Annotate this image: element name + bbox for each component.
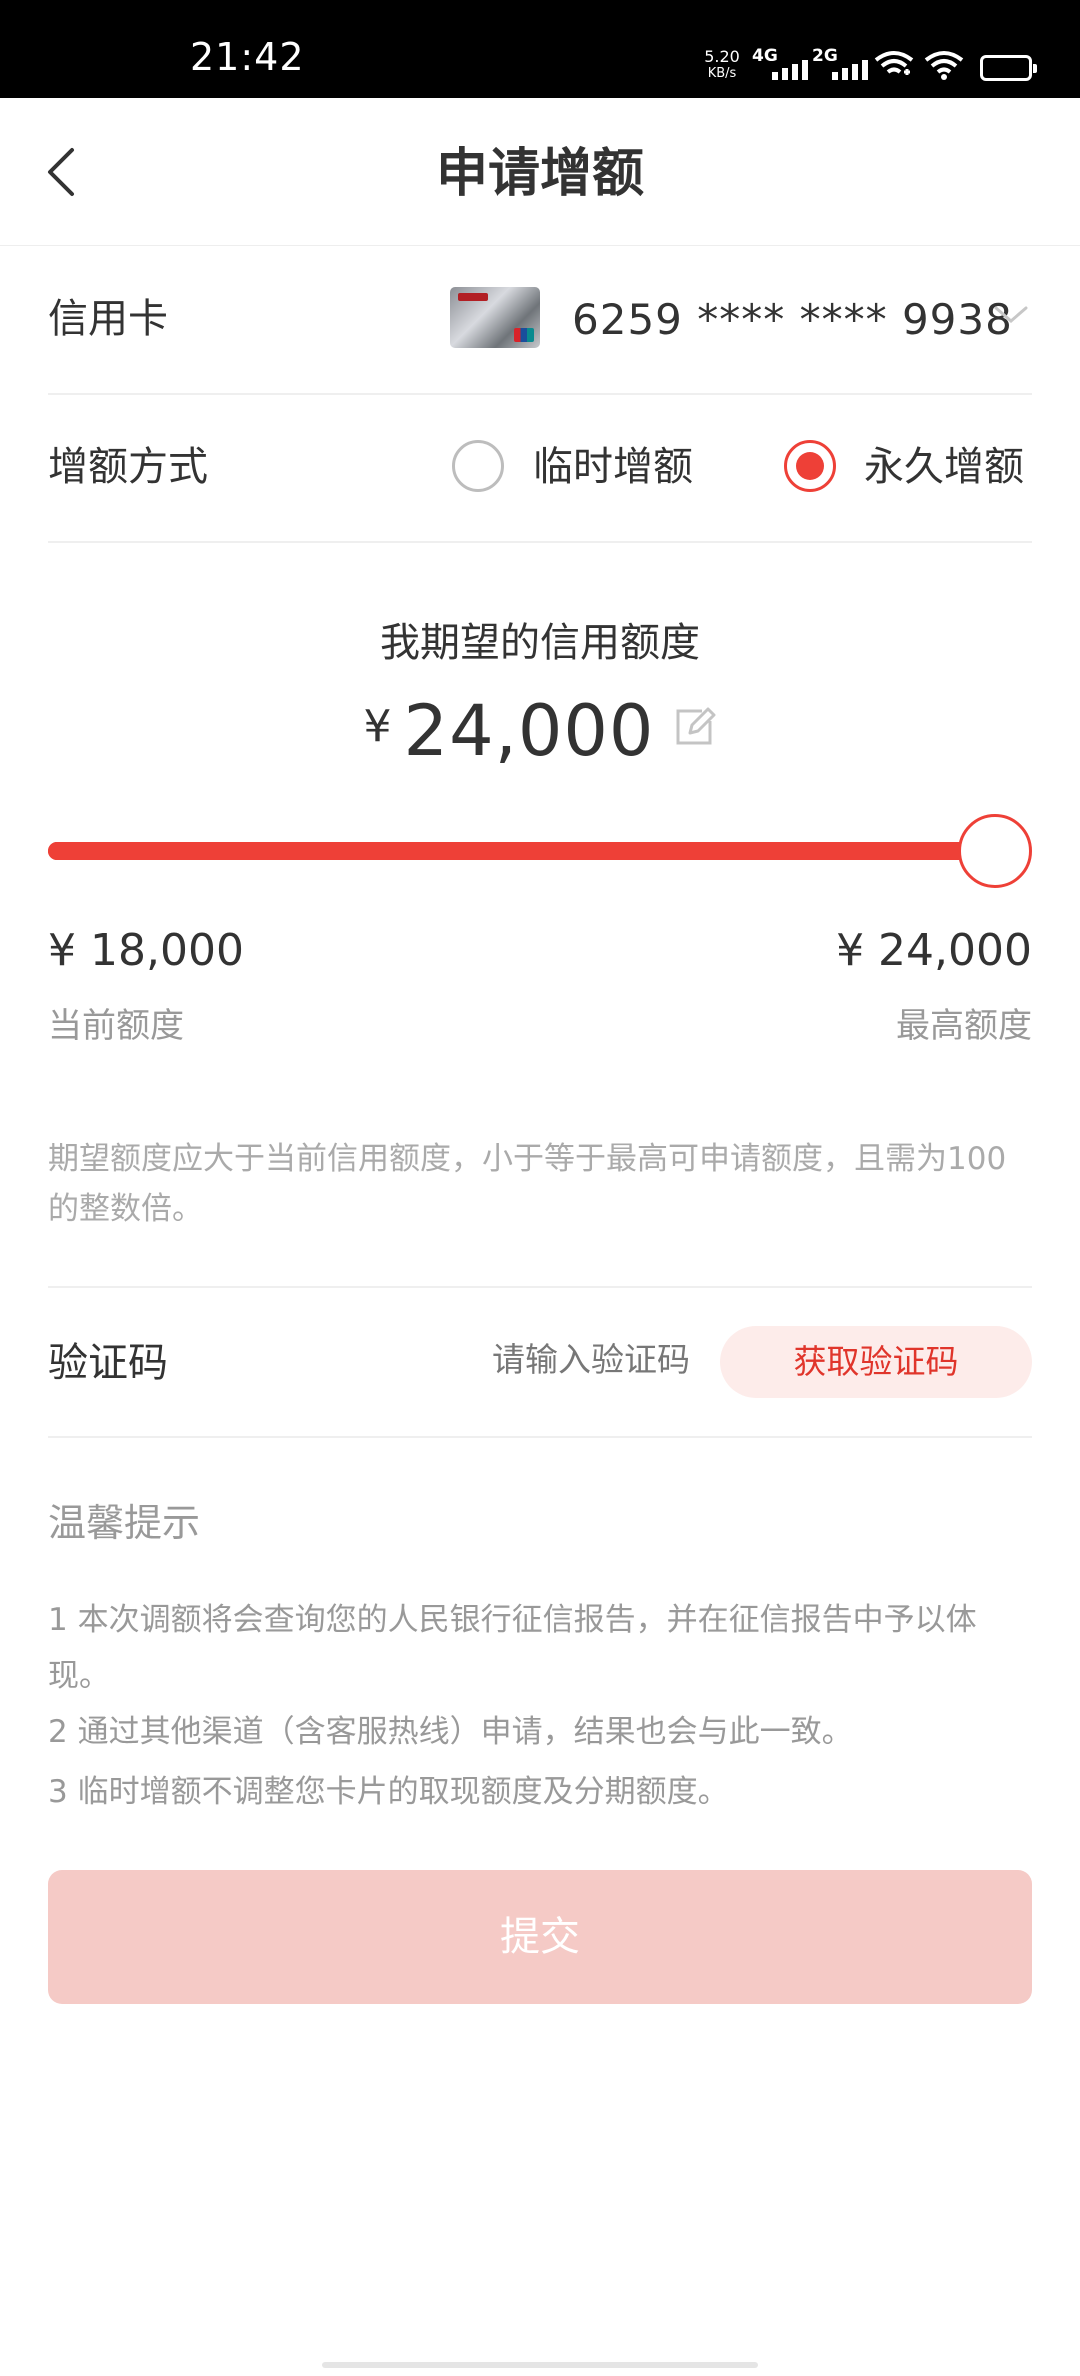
unionpay-logo (514, 328, 534, 342)
chevron-down-icon[interactable] (992, 302, 1030, 328)
limit-rule-note: 期望额度应大于当前信用额度，小于等于最高可申请额度，且需为100的整数倍。 (48, 1141, 1007, 1227)
network-speed: 5.20 KB/s (702, 48, 742, 82)
card-number[interactable]: 6259 **** **** 9938 (572, 296, 1013, 344)
expected-limit-label: 我期望的信用额度 (380, 620, 700, 666)
limit-slider-fill (48, 842, 1000, 860)
radio-temporary-label[interactable]: 临时增额 (533, 444, 693, 490)
credit-card-label: 信用卡 (48, 296, 168, 342)
nav-header: 申请增额 (0, 98, 1080, 246)
home-indicator[interactable] (322, 2362, 758, 2368)
divider (48, 1436, 1032, 1438)
tip-item: 1 本次调额将会查询您的人民银行征信报告，并在征信报告中予以体现。 (48, 1602, 977, 1694)
divider (48, 393, 1032, 395)
battery-tip (1033, 64, 1037, 73)
limit-slider-track[interactable] (48, 842, 1000, 860)
max-limit-value: ¥ 24,000 (836, 925, 1032, 976)
currency-symbol: ¥ (363, 701, 392, 752)
tip-item: 2 通过其他渠道（含客服热线）申请，结果也会与此一致。 (48, 1714, 853, 1750)
network-speed-unit: KB/s (707, 66, 737, 81)
divider (48, 541, 1032, 543)
radio-permanent-label[interactable]: 永久增额 (864, 444, 1024, 490)
max-limit-caption: 最高额度 (896, 1006, 1032, 1046)
network-speed-value: 5.20 (704, 47, 740, 66)
signal-4g-icon: 4G (752, 46, 812, 80)
wifi-hotspot-icon (874, 51, 914, 75)
signal-bars-icon (772, 60, 808, 80)
divider (48, 1286, 1032, 1288)
current-limit-caption: 当前额度 (48, 1006, 184, 1046)
tip-item: 3 临时增额不调整您卡片的取现额度及分期额度。 (48, 1774, 729, 1810)
signal-bars-icon (832, 60, 868, 80)
radio-temporary[interactable] (452, 440, 504, 492)
radio-permanent[interactable] (784, 440, 836, 492)
edit-icon[interactable] (672, 705, 716, 749)
battery-level-label: 74 (992, 57, 1020, 79)
battery-icon: 74 (980, 55, 1037, 81)
status-time: 21:42 (190, 35, 305, 79)
expected-amount-value: 24,000 (403, 690, 655, 772)
verification-code-label: 验证码 (48, 1340, 168, 1386)
status-bar: 21:42 5.20 KB/s 4G 2G 74 (0, 0, 1080, 98)
increase-method-label: 增额方式 (48, 444, 208, 490)
page-title: 申请增额 (435, 144, 644, 204)
limit-slider-handle[interactable] (958, 814, 1032, 888)
bank-logo (458, 293, 488, 301)
verification-code-input[interactable] (440, 1340, 690, 1379)
expected-amount: ¥24,000 (0, 690, 1080, 772)
submit-button[interactable]: 提交 (48, 1870, 1032, 2004)
tips-title: 温馨提示 (48, 1501, 201, 1545)
get-code-button[interactable]: 获取验证码 (720, 1326, 1032, 1398)
wifi-icon (924, 51, 964, 80)
signal-2g-icon: 2G (812, 46, 872, 80)
credit-card-thumbnail[interactable] (450, 287, 540, 348)
current-limit-value: ¥ 18,000 (48, 925, 244, 976)
